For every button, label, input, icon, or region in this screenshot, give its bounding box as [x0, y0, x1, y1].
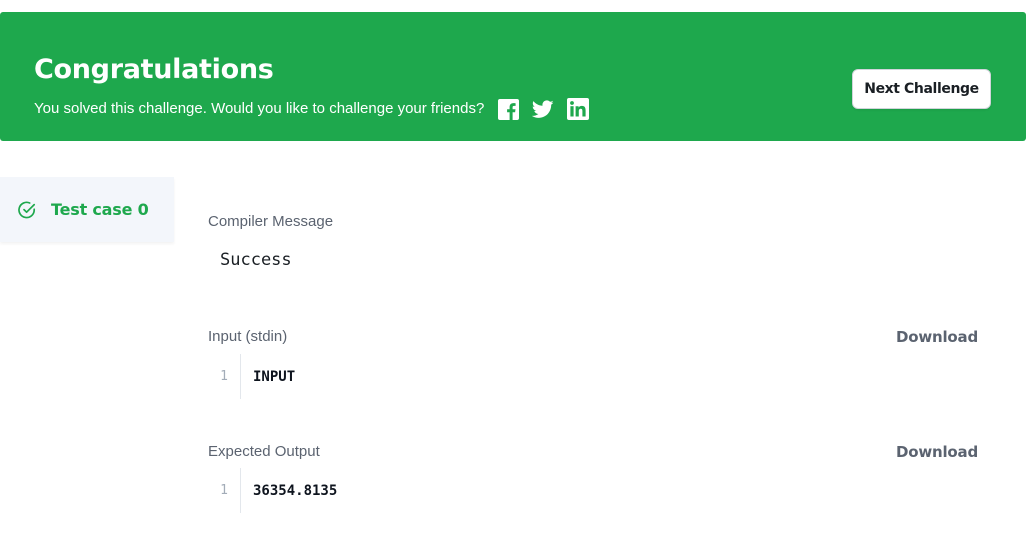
input-line-text: INPUT: [253, 368, 296, 385]
facebook-icon[interactable]: [497, 98, 519, 120]
banner-title: Congratulations: [34, 54, 274, 85]
twitter-icon[interactable]: [532, 98, 554, 120]
expected-output-label: Expected Output: [208, 443, 320, 460]
expected-output-download-link[interactable]: Download: [896, 442, 978, 462]
banner-subtitle: You solved this challenge. Would you lik…: [34, 100, 485, 117]
expected-output-code-block: 1 36354.8135: [208, 468, 337, 513]
expected-output-line-text: 36354.8135: [253, 482, 338, 499]
input-code-block: 1 INPUT: [208, 354, 295, 399]
linkedin-icon[interactable]: [567, 98, 590, 120]
input-download-link[interactable]: Download: [896, 327, 978, 347]
page: Congratulations You solved this challeng…: [0, 0, 1026, 551]
line-number: 1: [208, 468, 241, 513]
compiler-message-value: Success: [220, 250, 292, 270]
tab-test-case-0[interactable]: Test case 0: [0, 177, 174, 242]
line-number: 1: [208, 354, 241, 399]
check-circle-icon: [17, 200, 37, 220]
input-label: Input (stdin): [208, 328, 288, 345]
banner-subtitle-row: You solved this challenge. Would you lik…: [34, 98, 590, 120]
compiler-message-label: Compiler Message: [208, 213, 334, 230]
next-challenge-button[interactable]: Next Challenge: [852, 69, 991, 109]
success-banner: Congratulations You solved this challeng…: [0, 12, 1026, 141]
tab-label: Test case 0: [51, 200, 149, 219]
